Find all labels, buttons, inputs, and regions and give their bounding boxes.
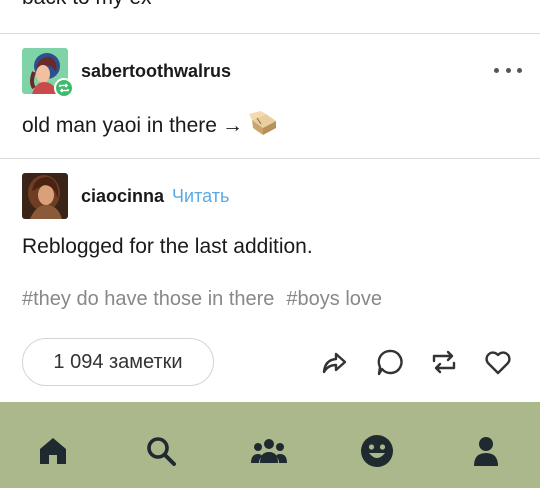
account-icon[interactable]: [467, 432, 505, 470]
home-icon[interactable]: [34, 432, 72, 470]
username-link[interactable]: ciaocinna: [81, 186, 164, 207]
reblog-icon[interactable]: [426, 344, 462, 380]
reblog-badge-icon: [54, 78, 74, 98]
arrow-text: →: [221, 114, 243, 137]
previous-post-text: back to my ex: [22, 0, 152, 10]
username-link[interactable]: sabertoothwalrus: [81, 61, 231, 82]
more-options-icon[interactable]: [494, 60, 522, 80]
avatar[interactable]: [22, 173, 68, 219]
follow-button[interactable]: Читать: [172, 186, 229, 207]
reply-icon[interactable]: [372, 344, 408, 380]
tag-link[interactable]: #they do have those in there: [22, 288, 274, 311]
post-body-text: old man yaoi in there: [22, 114, 217, 137]
activity-icon[interactable]: [358, 432, 396, 470]
community-icon[interactable]: [250, 432, 288, 470]
box-emoji-icon: [248, 110, 279, 142]
search-icon[interactable]: [142, 432, 180, 470]
post-body: old man yaoi in there →: [22, 110, 279, 142]
post-header: ciaocinna Читать: [22, 173, 229, 219]
divider: [0, 158, 540, 159]
tag-link[interactable]: #boys love: [286, 288, 382, 311]
bottom-nav-bar: [0, 402, 540, 488]
post-header: sabertoothwalrus: [22, 48, 231, 98]
tag-list: #they do have those in there #boys love: [22, 288, 394, 311]
share-icon[interactable]: [316, 344, 352, 380]
like-icon[interactable]: [480, 344, 516, 380]
post-actions: [0, 344, 540, 380]
post-body-text: Reblogged for the last addition.: [22, 235, 313, 258]
divider: [0, 33, 540, 34]
avatar[interactable]: [22, 48, 74, 98]
